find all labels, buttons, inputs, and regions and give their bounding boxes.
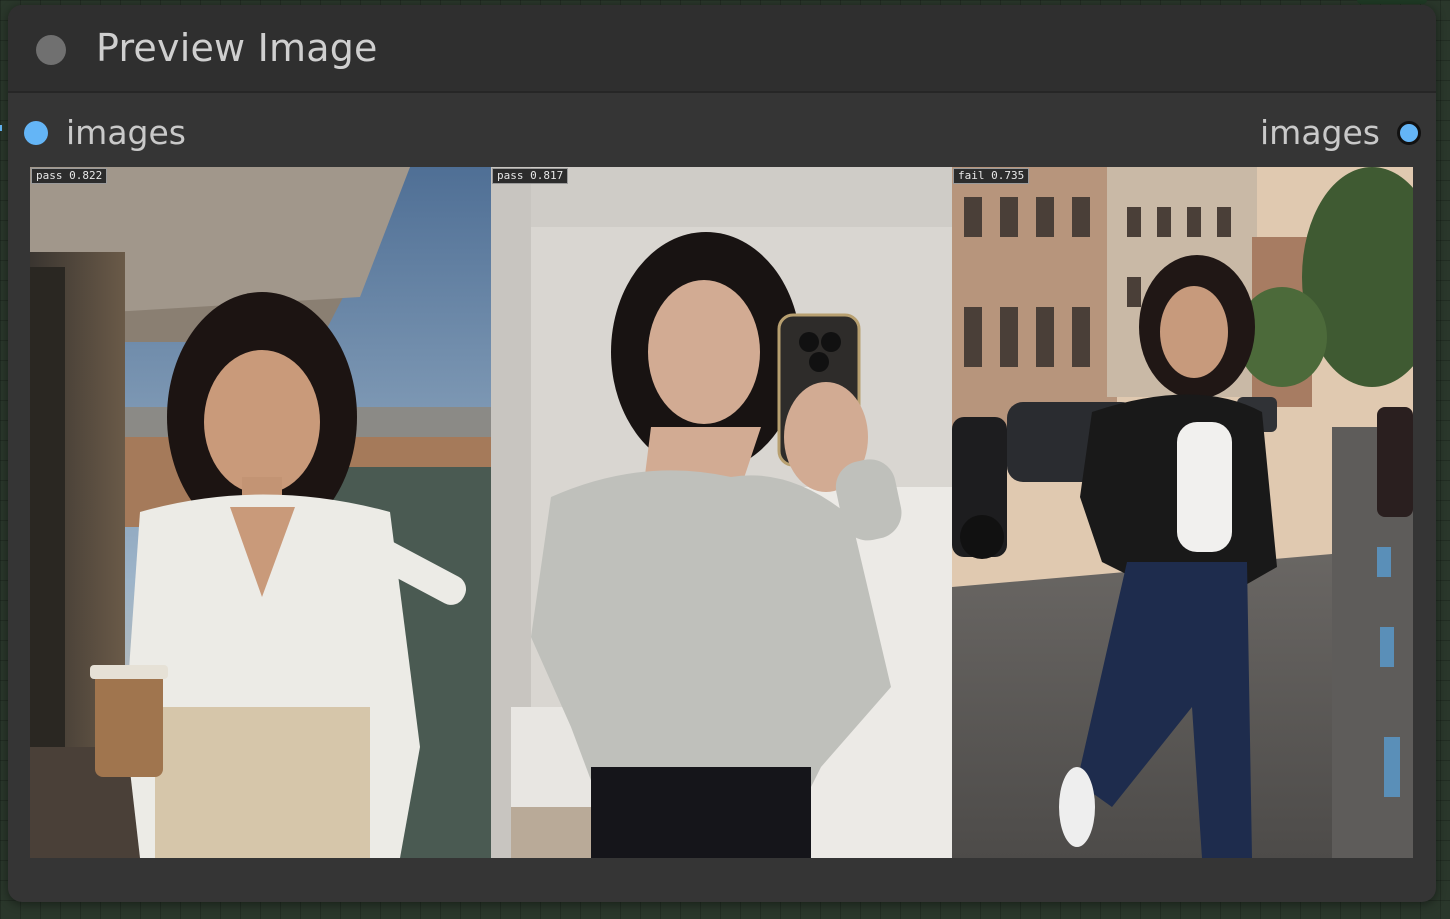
- input-slot-label: images: [66, 113, 186, 152]
- output-slot-images[interactable]: [1397, 121, 1421, 145]
- balcony-photo: [30, 167, 491, 858]
- score-badge: pass 0.817: [492, 168, 569, 184]
- score-badge: pass 0.822: [31, 168, 108, 184]
- node-header[interactable]: Preview Image: [8, 5, 1436, 93]
- input-link-wire: [0, 125, 2, 131]
- score-badge: fail 0.735: [953, 168, 1030, 184]
- preview-image-1[interactable]: pass 0.822: [30, 167, 491, 858]
- mirror-selfie-photo: [491, 167, 952, 858]
- adjacent-node-edge: [1357, 0, 1427, 4]
- image-preview-gallery: pass 0.822 pass 0.817 fail 0.735: [30, 167, 1413, 858]
- preview-image-node[interactable]: Preview Image images images pass 0.822 p…: [8, 5, 1436, 902]
- node-title: Preview Image: [96, 26, 378, 70]
- output-slot-label: images: [1260, 113, 1380, 152]
- preview-image-2[interactable]: pass 0.817: [491, 167, 952, 858]
- collapse-toggle-icon[interactable]: [36, 35, 66, 65]
- preview-image-3[interactable]: fail 0.735: [952, 167, 1413, 858]
- street-photo: [952, 167, 1413, 858]
- node-slots-row: images images: [8, 109, 1436, 157]
- input-slot-images[interactable]: [24, 121, 48, 145]
